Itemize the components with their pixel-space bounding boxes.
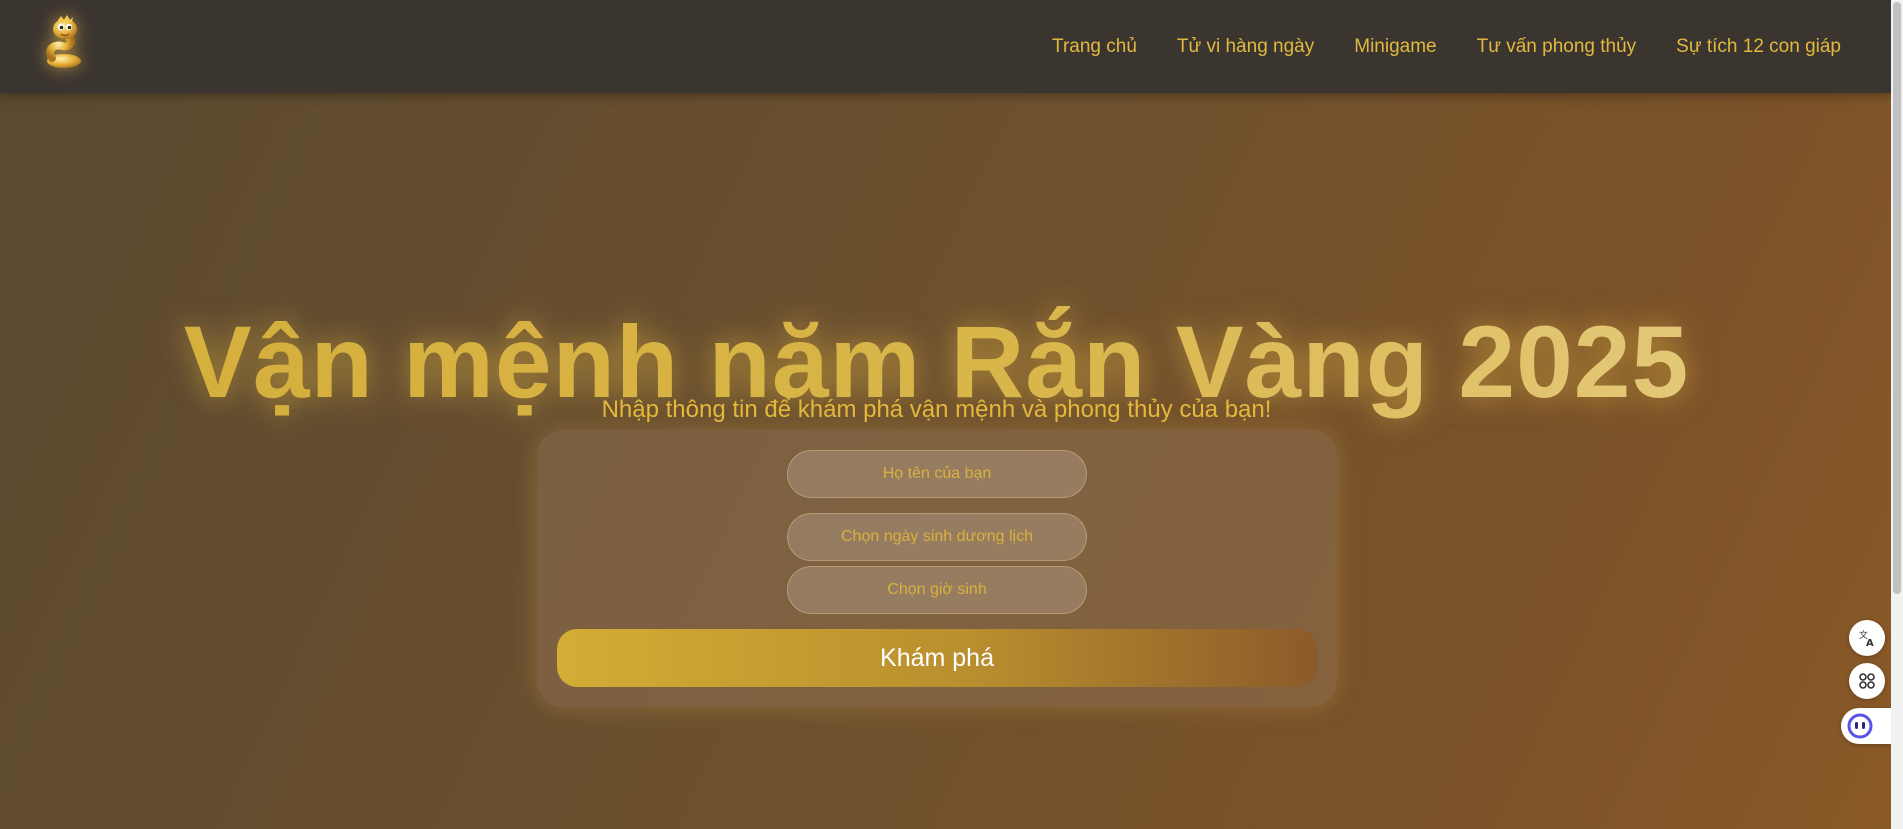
nav-link-home[interactable]: Trang chủ xyxy=(1052,36,1137,58)
scrollbar-thumb[interactable] xyxy=(1893,2,1901,594)
birthdate-input[interactable] xyxy=(787,513,1087,561)
translate-icon[interactable]: 文 A xyxy=(1849,620,1885,656)
nav-link-zodiac-legend[interactable]: Sự tích 12 con giáp xyxy=(1676,36,1841,58)
vertical-scrollbar[interactable] xyxy=(1891,0,1903,829)
full-name-input[interactable] xyxy=(787,450,1087,498)
hero-subtitle: Nhập thông tin để khám phá vận mệnh và p… xyxy=(601,396,1272,423)
top-navigation-bar: Trang chủ Tử vi hàng ngày Minigame Tư vấ… xyxy=(0,0,1891,93)
nav-link-minigame[interactable]: Minigame xyxy=(1354,36,1436,58)
nav-link-feng-shui-advice[interactable]: Tư vấn phong thủy xyxy=(1477,36,1637,58)
birth-time-select[interactable] xyxy=(787,566,1087,614)
apps-grid-icon[interactable] xyxy=(1849,663,1885,699)
golden-snake-mascot-icon[interactable] xyxy=(34,14,94,72)
main-nav: Trang chủ Tử vi hàng ngày Minigame Tư vấ… xyxy=(1052,0,1841,93)
fortune-form: Khám phá xyxy=(537,430,1337,707)
svg-text:A: A xyxy=(1866,638,1874,648)
explore-button[interactable]: Khám phá xyxy=(557,629,1317,687)
nav-link-daily-horoscope[interactable]: Tử vi hàng ngày xyxy=(1177,36,1314,58)
assistant-face-icon[interactable] xyxy=(1841,708,1891,744)
